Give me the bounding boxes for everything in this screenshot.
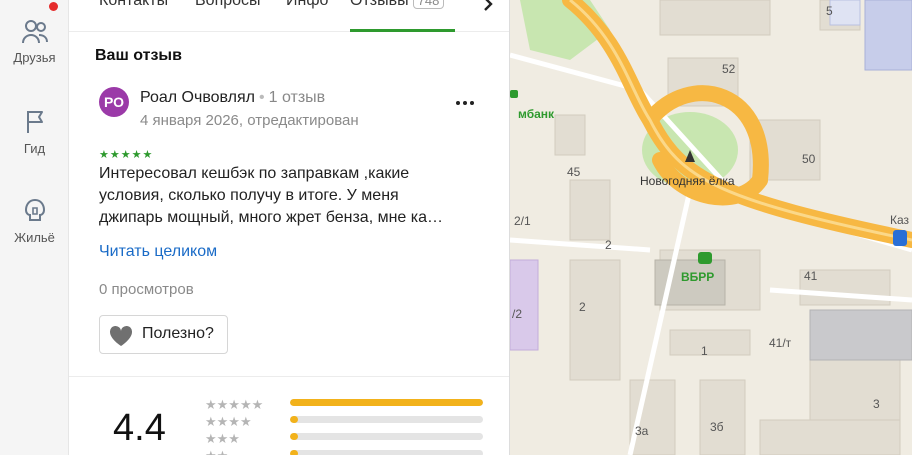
heart-icon xyxy=(109,325,133,346)
chevron-right-icon[interactable] xyxy=(479,0,497,14)
tab-reviews-label: Отзывы xyxy=(350,0,409,9)
map-label-bank[interactable]: мбанк xyxy=(518,107,554,121)
read-more-link[interactable]: Читать целиком xyxy=(99,243,217,261)
useful-button[interactable]: Полезно? xyxy=(99,315,228,354)
map-label-vbrr[interactable]: ВБРР xyxy=(681,270,714,284)
rating-row-bar xyxy=(290,399,483,406)
review-text-line: Интересовал кешбэк по заправкам ,какие xyxy=(99,165,410,182)
rating-row-stars: ★★★★★ xyxy=(205,397,264,412)
reviews-count-badge: 748 xyxy=(412,0,445,9)
avatar[interactable]: РО xyxy=(99,87,129,117)
rating-summary: 4.4 ★★★★★★★★★★★★★★ xyxy=(69,376,509,455)
map-view[interactable]: мбанк ВБРР Новогодняя ёлка Каз 52 50 45 … xyxy=(510,0,912,455)
notification-dot xyxy=(49,2,58,11)
active-tab-indicator xyxy=(350,29,455,32)
review-stars: ★★★★★ xyxy=(99,149,154,161)
map-label-house: 45 xyxy=(567,165,581,179)
rating-row-bar-fill xyxy=(290,416,298,423)
rating-row-bar xyxy=(290,433,483,440)
review-text-line: джипарь мощный, много жрет бенза, мне ка… xyxy=(99,209,444,226)
map-label-house: 41 xyxy=(804,269,818,283)
map-label-house: 1 xyxy=(701,344,708,358)
map-label-house: 5 xyxy=(826,4,833,18)
map-label-house: 2 xyxy=(605,238,612,252)
author-review-count: 1 отзыв xyxy=(268,89,326,106)
rating-row-stars: ★★★ xyxy=(205,431,240,446)
map-label-house: 3а xyxy=(635,424,649,438)
review-date: 4 января 2026, отредактирован xyxy=(140,112,359,129)
sidebar-item-housing[interactable]: Жильё xyxy=(0,196,69,245)
rating-row-bar-fill xyxy=(290,450,298,455)
author-name[interactable]: Роал Очвовлял xyxy=(140,89,255,106)
rating-row-stars: ★★★★ xyxy=(205,414,252,429)
average-rating: 4.4 xyxy=(113,407,166,449)
map-label-house: 2 xyxy=(579,300,586,314)
useful-button-label: Полезно? xyxy=(142,325,214,342)
map-label-kaz[interactable]: Каз xyxy=(890,213,909,227)
review-author: Роал Очвовлял • 1 отзыв xyxy=(140,89,325,107)
sidebar-item-friends[interactable]: Друзья xyxy=(0,16,69,65)
review-text: Интересовал кешбэк по заправкам ,какие у… xyxy=(99,163,479,229)
review-text-line: условия, сколько получу в итоге. У меня xyxy=(99,187,399,204)
map-label-house: 3 xyxy=(873,397,880,411)
rating-row-bar-fill xyxy=(290,399,483,406)
tab-info[interactable]: Инфо xyxy=(286,0,328,10)
views-count: 0 просмотров xyxy=(99,281,194,298)
tab-reviews[interactable]: Отзывы 748 xyxy=(350,0,445,10)
rating-row-bar xyxy=(290,416,483,423)
map-label-tree[interactable]: Новогодняя ёлка xyxy=(640,174,735,188)
sidebar-item-label: Гид xyxy=(23,141,46,156)
map-canvas xyxy=(510,0,912,455)
rating-row-stars: ★★ xyxy=(205,448,228,455)
sidebar-item-guide[interactable]: Гид xyxy=(0,107,69,156)
map-label-house: 50 xyxy=(802,152,816,166)
map-label-house: 52 xyxy=(722,62,736,76)
map-label-house: 2/1 xyxy=(514,214,531,228)
map-label-house: 41/т xyxy=(769,336,792,350)
sidebar-item-label: Жильё xyxy=(14,230,55,245)
tab-contacts[interactable]: Контакты xyxy=(99,0,168,10)
housing-icon xyxy=(24,198,45,221)
tab-questions[interactable]: Вопросы xyxy=(195,0,261,10)
flag-icon xyxy=(26,111,43,133)
separator-dot: • xyxy=(259,89,265,106)
left-rail: Друзья Гид Жильё xyxy=(0,0,69,455)
rating-row-bar xyxy=(290,450,483,455)
map-label-house: /2 xyxy=(512,307,523,321)
map-label-house: 3б xyxy=(710,420,724,434)
more-options-icon[interactable] xyxy=(454,95,476,111)
sidebar-item-label: Друзья xyxy=(13,50,56,65)
tab-bar: Контакты Вопросы Инфо Отзывы 748 xyxy=(69,0,509,32)
friends-icon xyxy=(21,20,48,44)
section-title: Ваш отзыв xyxy=(95,47,182,64)
rating-row-bar-fill xyxy=(290,433,298,440)
place-panel: Контакты Вопросы Инфо Отзывы 748 Ваш отзы… xyxy=(69,0,510,455)
